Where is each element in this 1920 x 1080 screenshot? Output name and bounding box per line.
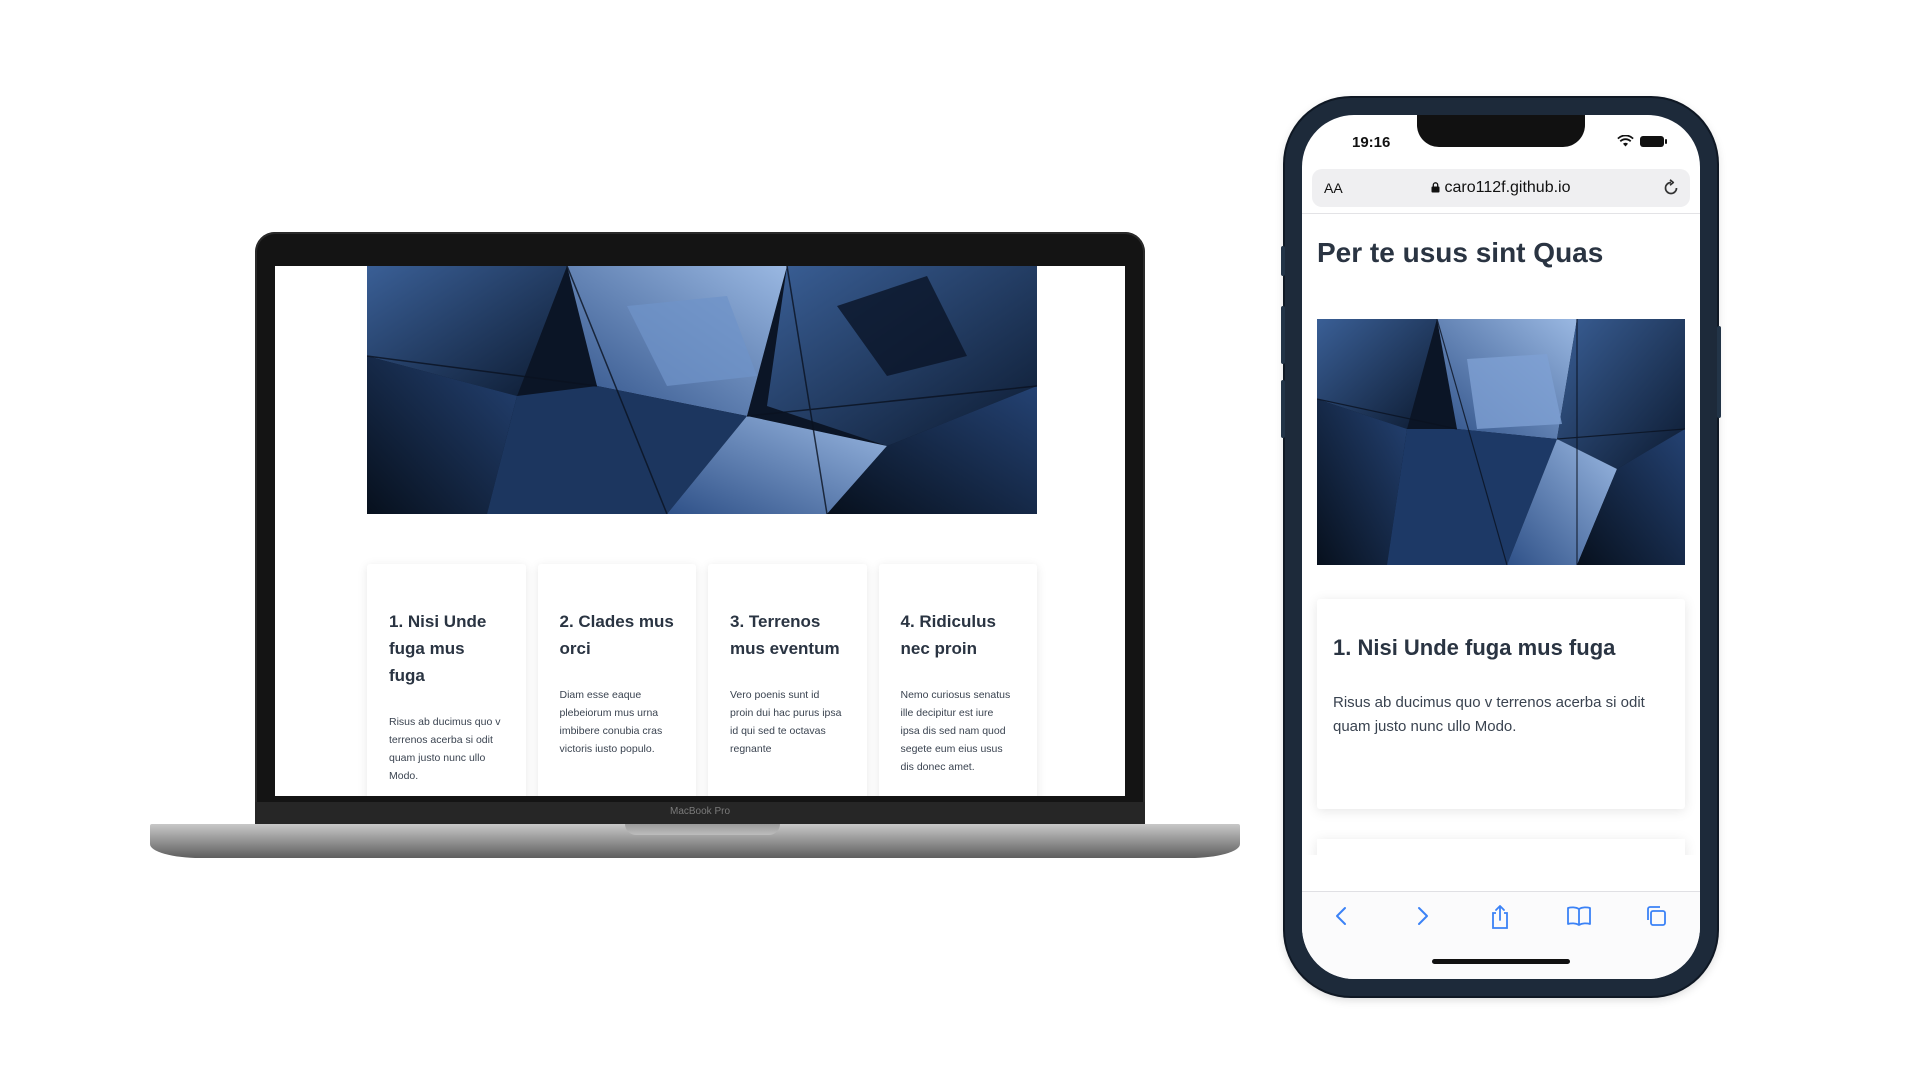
laptop-card: 1. Nisi Unde fuga mus fuga Risus ab duci…	[367, 564, 526, 796]
laptop-lid: 1. Nisi Unde fuga mus fuga Risus ab duci…	[255, 232, 1145, 824]
phone-screen: 19:16 AA caro112f.github.io Per te usus …	[1302, 115, 1700, 979]
phone-volume-down-button	[1281, 380, 1285, 438]
laptop-card-row: 1. Nisi Unde fuga mus fuga Risus ab duci…	[367, 564, 1037, 796]
laptop-card-title: 2. Clades mus orci	[559, 612, 674, 658]
phone-silent-switch	[1281, 246, 1285, 276]
phone-page-content: Per te usus sint Quas 1. Nisi Unde fuga …	[1302, 215, 1700, 855]
back-icon[interactable]	[1330, 904, 1354, 928]
address-bar-divider	[1302, 213, 1700, 214]
lock-icon	[1431, 182, 1440, 193]
laptop-card-body: Diam esse eaque plebeiorum mus urna imbi…	[559, 689, 663, 755]
laptop-card: 4. Ridiculus nec proin Nemo curiosus sen…	[878, 564, 1037, 796]
share-icon[interactable]	[1488, 904, 1512, 930]
home-indicator	[1432, 959, 1570, 964]
phone-notch	[1417, 115, 1585, 147]
laptop-card-title: 3. Terrenos mus eventum	[730, 612, 840, 658]
address-bar[interactable]: AA caro112f.github.io	[1312, 169, 1690, 207]
phone-power-button	[1717, 326, 1721, 418]
battery-icon	[1640, 135, 1667, 147]
laptop-card-body: Nemo curiosus senatus ille decipitur est…	[900, 689, 1011, 773]
laptop-card-body: Vero poenis sunt id proin dui hac purus …	[730, 689, 842, 755]
laptop-card: 3. Terrenos mus eventum Vero poenis sunt…	[708, 564, 867, 796]
forward-icon[interactable]	[1410, 904, 1434, 928]
phone-card-title: 1. Nisi Unde fuga mus fuga	[1333, 635, 1616, 660]
wifi-icon	[1617, 135, 1634, 147]
laptop-hero-image	[367, 266, 1037, 514]
page-title: Per te usus sint Quas	[1317, 237, 1604, 268]
phone-volume-up-button	[1281, 306, 1285, 364]
phone-card-body: Risus ab ducimus quo v terrenos acerba s…	[1333, 694, 1645, 735]
phone-hero-image	[1317, 319, 1685, 565]
bookmarks-icon[interactable]	[1566, 904, 1592, 928]
phone-next-card	[1317, 839, 1685, 855]
phone-card: 1. Nisi Unde fuga mus fuga Risus ab duci…	[1317, 599, 1685, 809]
laptop-mockup: 1. Nisi Unde fuga mus fuga Risus ab duci…	[150, 232, 1240, 862]
phone-mockup: 19:16 AA caro112f.github.io Per te usus …	[1281, 98, 1721, 996]
laptop-brand-label: MacBook Pro	[669, 806, 731, 817]
url-display[interactable]: caro112f.github.io	[1312, 179, 1690, 197]
laptop-hinge: MacBook Pro	[255, 802, 1145, 824]
laptop-notch	[625, 824, 780, 835]
status-icons	[1617, 135, 1667, 147]
status-time: 19:16	[1352, 134, 1391, 151]
laptop-card-title: 1. Nisi Unde fuga mus fuga	[389, 612, 487, 685]
url-text: caro112f.github.io	[1444, 179, 1571, 196]
laptop-screen: 1. Nisi Unde fuga mus fuga Risus ab duci…	[275, 266, 1125, 796]
tabs-icon[interactable]	[1644, 904, 1668, 928]
laptop-card: 2. Clades mus orci Diam esse eaque plebe…	[537, 564, 696, 796]
laptop-card-body: Risus ab ducimus quo v terrenos acerba s…	[389, 716, 501, 782]
safari-toolbar	[1302, 891, 1700, 979]
reload-icon[interactable]	[1662, 179, 1680, 197]
laptop-card-title: 4. Ridiculus nec proin	[900, 612, 996, 658]
